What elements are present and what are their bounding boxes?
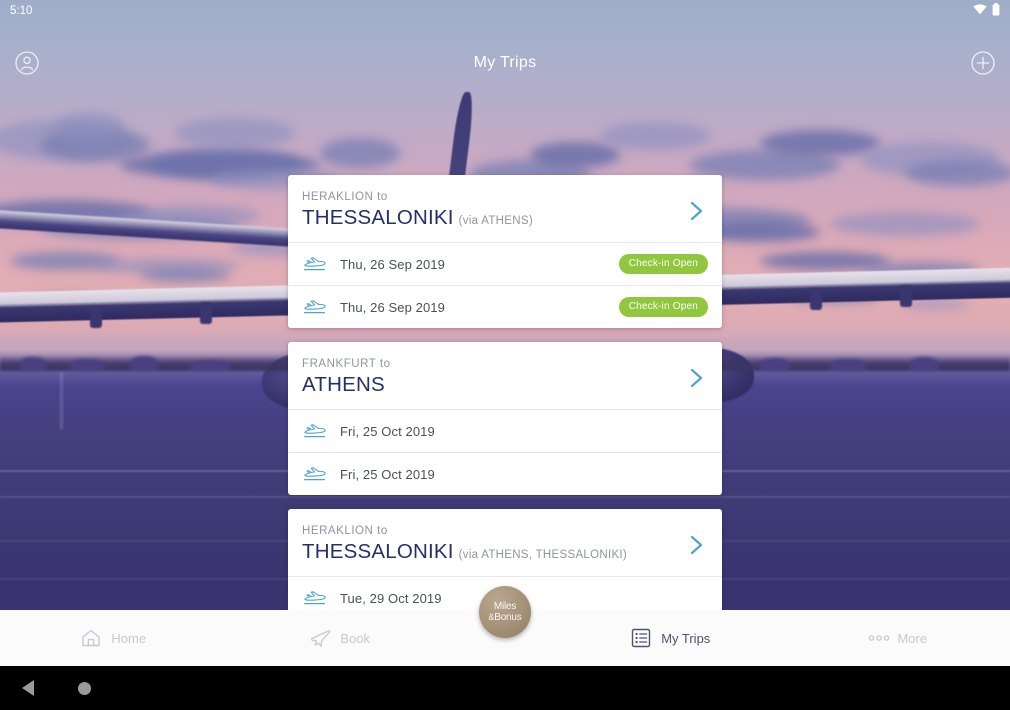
plus-circle-icon[interactable] [970,50,996,76]
trip-route: FRANKFURT to ATHENS [302,358,678,397]
tab-label: Home [111,630,147,646]
chevron-right-icon[interactable] [686,531,708,559]
tab-my-trips[interactable]: My Trips [557,610,784,666]
tab-label: Book [340,630,371,646]
profile-circle-icon[interactable] [14,50,40,76]
trip-origin-label: FRANKFURT to [302,358,391,370]
status-time: 5:10 [10,5,33,17]
tab-more[interactable]: More [784,610,1010,666]
flight-row[interactable]: Thu, 26 Sep 2019 Check-in Open [288,285,722,328]
trip-route: HERAKLION to THESSALONIKI (via ATHENS) [302,191,678,230]
tab-home[interactable]: Home [0,610,227,666]
app-header: My Trips [0,40,1010,86]
trip-card[interactable]: HERAKLION to THESSALONIKI (via ATHENS) T… [288,175,722,328]
trip-card-header[interactable]: HERAKLION to THESSALONIKI (via ATHENS, T… [288,509,722,576]
flight-date: Fri, 25 Oct 2019 [340,466,435,482]
tab-label: More [897,630,928,646]
trip-route: HERAKLION to THESSALONIKI (via ATHENS, T… [302,525,678,564]
home-icon [80,627,102,649]
android-home-icon[interactable] [78,681,91,695]
flight-date: Thu, 26 Sep 2019 [340,256,445,272]
android-nav-bar [0,666,1010,710]
plane-departure-icon [302,465,328,483]
tab-book[interactable]: Book [227,610,454,666]
trips-list: HERAKLION to THESSALONIKI (via ATHENS) T… [288,175,722,647]
miles-label: Miles [493,600,517,612]
flight-date: Thu, 26 Sep 2019 [340,299,445,315]
miles-bonus-button[interactable]: Miles &Bonus [479,586,531,638]
airplane-icon [309,627,331,649]
chevron-right-icon[interactable] [686,364,708,392]
trip-destination: THESSALONIKI [302,540,454,563]
flight-row[interactable]: Thu, 26 Sep 2019 Check-in Open [288,242,722,285]
trip-card-header[interactable]: FRANKFURT to ATHENS [288,342,722,409]
trip-via: (via ATHENS) [458,215,533,227]
status-bar: 5:10 [0,0,1010,22]
trip-origin-label: HERAKLION to [302,525,388,537]
chevron-right-icon[interactable] [686,197,708,225]
status-badge: Check-in Open [618,297,708,317]
battery-icon [992,3,1000,19]
wifi-icon [973,4,987,18]
status-badge: Check-in Open [618,254,708,274]
list-icon [630,627,652,649]
android-back-icon[interactable] [22,680,34,696]
trip-origin-label: HERAKLION to [302,191,388,203]
flight-row[interactable]: Fri, 25 Oct 2019 [288,452,722,495]
trip-destination: ATHENS [302,373,385,396]
trip-card-header[interactable]: HERAKLION to THESSALONIKI (via ATHENS) [288,175,722,242]
plane-departure-icon [302,255,328,273]
bonus-label: Bonus [494,611,522,623]
trip-via: (via ATHENS, THESSALONIKI) [458,549,628,561]
flight-date: Fri, 25 Oct 2019 [340,423,435,439]
plane-departure-icon [302,298,328,316]
plane-departure-icon [302,589,328,607]
trip-destination: THESSALONIKI [302,206,454,229]
plane-departure-icon [302,422,328,440]
tab-label: My Trips [661,630,711,646]
flight-row[interactable]: Fri, 25 Oct 2019 [288,409,722,452]
ellipsis-icon [866,627,890,649]
trip-card[interactable]: FRANKFURT to ATHENS Fri, 25 Oct 2019 Fri… [288,342,722,495]
page-title: My Trips [473,54,537,71]
app-screen: 5:10 My Trips HERAKLION to THESSALONIKI … [0,0,1010,710]
